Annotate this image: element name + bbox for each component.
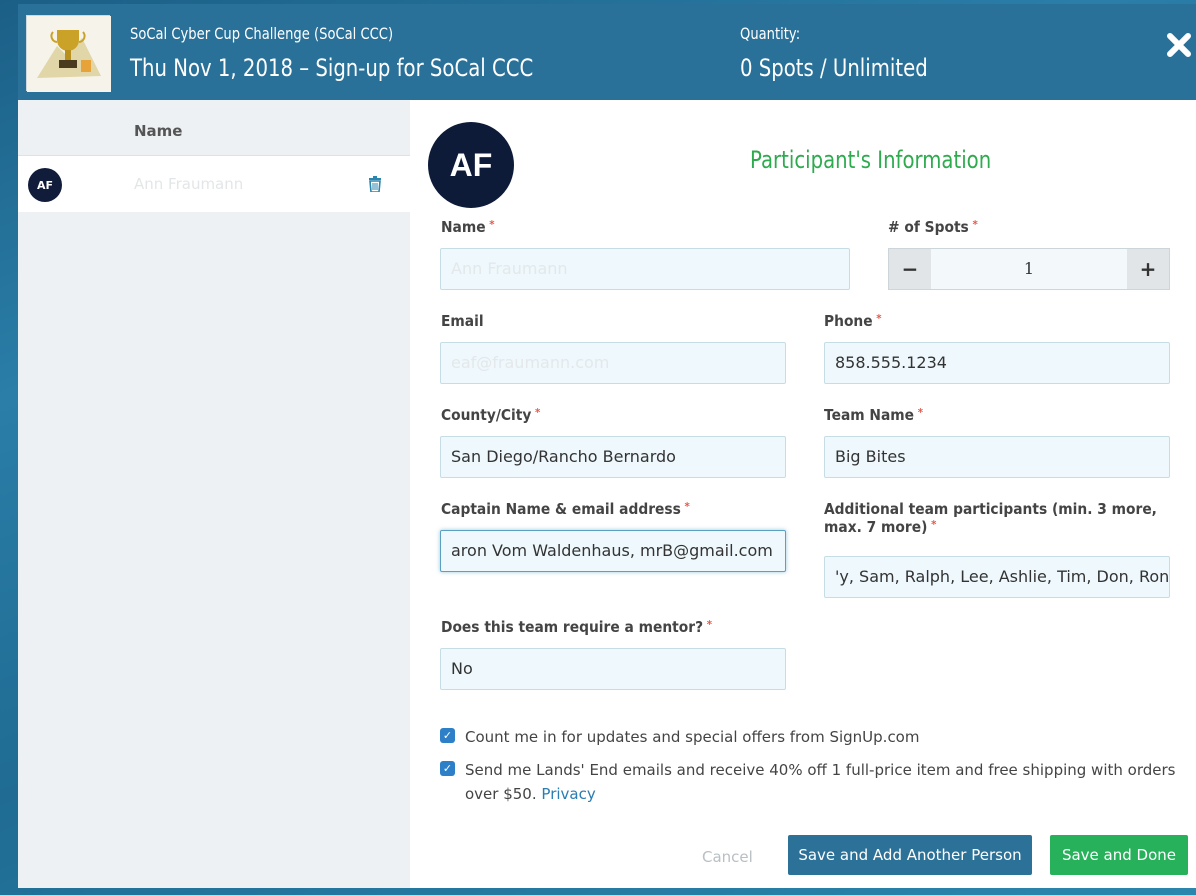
mentor-field[interactable]: No: [440, 648, 786, 690]
event-name: SoCal Cyber Cup Challenge (SoCal CCC): [130, 24, 394, 43]
participant-name: Ann Fraumann: [134, 175, 244, 193]
cancel-button[interactable]: Cancel: [702, 848, 753, 866]
team-name-label: Team Name *: [824, 406, 924, 424]
participant-avatar: AF: [28, 168, 62, 202]
name-field[interactable]: Ann Fraumann: [440, 248, 850, 290]
team-name-field[interactable]: Big Bites: [824, 436, 1170, 478]
participant-row[interactable]: AF Ann Fraumann: [18, 156, 410, 212]
captain-label: Captain Name & email address *: [441, 500, 690, 518]
increment-button[interactable]: +: [1127, 249, 1169, 289]
signup-modal: SoCal Cyber Cup Challenge (SoCal CCC) Th…: [18, 4, 1196, 888]
additional-participants-field[interactable]: 'y, Sam, Ralph, Lee, Ashlie, Tim, Don, R…: [824, 556, 1170, 598]
event-date-title: Thu Nov 1, 2018 – Sign-up for SoCal CCC: [130, 54, 534, 82]
additional-participants-label: Additional team participants (min. 3 mor…: [824, 500, 1157, 536]
updates-check-text: Count me in for updates and special offe…: [465, 728, 920, 746]
participant-sidebar: Name AF Ann Fraumann: [18, 100, 410, 888]
spots-label: # of Spots *: [888, 218, 978, 236]
trash-icon[interactable]: [368, 176, 382, 193]
close-icon[interactable]: [1166, 30, 1192, 58]
phone-label: Phone *: [824, 312, 882, 330]
email-field[interactable]: eaf@fraumann.com: [440, 342, 786, 384]
county-label: County/City *: [441, 406, 541, 424]
decrement-button[interactable]: −: [889, 249, 931, 289]
landsend-checkbox[interactable]: ✓: [440, 761, 455, 776]
section-title: Participant's Information: [750, 146, 992, 174]
avatar: AF: [428, 122, 514, 208]
event-logo: [26, 15, 111, 92]
phone-field[interactable]: 858.555.1234: [824, 342, 1170, 384]
landsend-check-text: Send me Lands' End emails and receive 40…: [465, 761, 1176, 803]
email-label: Email: [441, 312, 484, 330]
captain-field[interactable]: aron Vom Waldenhaus, mrB@gmail.com: [440, 530, 786, 572]
quantity-value: 0 Spots / Unlimited: [740, 54, 928, 82]
landsend-check-row: ✓ Send me Lands' End emails and receive …: [440, 758, 1185, 806]
updates-checkbox[interactable]: ✓: [440, 728, 455, 743]
sidebar-header: Name: [18, 100, 410, 156]
privacy-link[interactable]: Privacy: [541, 785, 595, 803]
spots-stepper: − 1 +: [888, 248, 1170, 290]
modal-header: SoCal Cyber Cup Challenge (SoCal CCC) Th…: [18, 4, 1196, 100]
county-field[interactable]: San Diego/Rancho Bernardo: [440, 436, 786, 478]
spots-value[interactable]: 1: [931, 249, 1127, 289]
save-add-another-button[interactable]: Save and Add Another Person: [788, 835, 1032, 875]
quantity-label: Quantity:: [740, 24, 801, 43]
save-done-button[interactable]: Save and Done: [1050, 835, 1188, 875]
mentor-label: Does this team require a mentor? *: [441, 618, 713, 636]
updates-check-row: ✓ Count me in for updates and special of…: [440, 725, 1185, 749]
name-column-header: Name: [134, 122, 183, 140]
name-label: Name *: [441, 218, 495, 236]
participant-form: AF Participant's Information Name * Ann F…: [410, 100, 1196, 888]
